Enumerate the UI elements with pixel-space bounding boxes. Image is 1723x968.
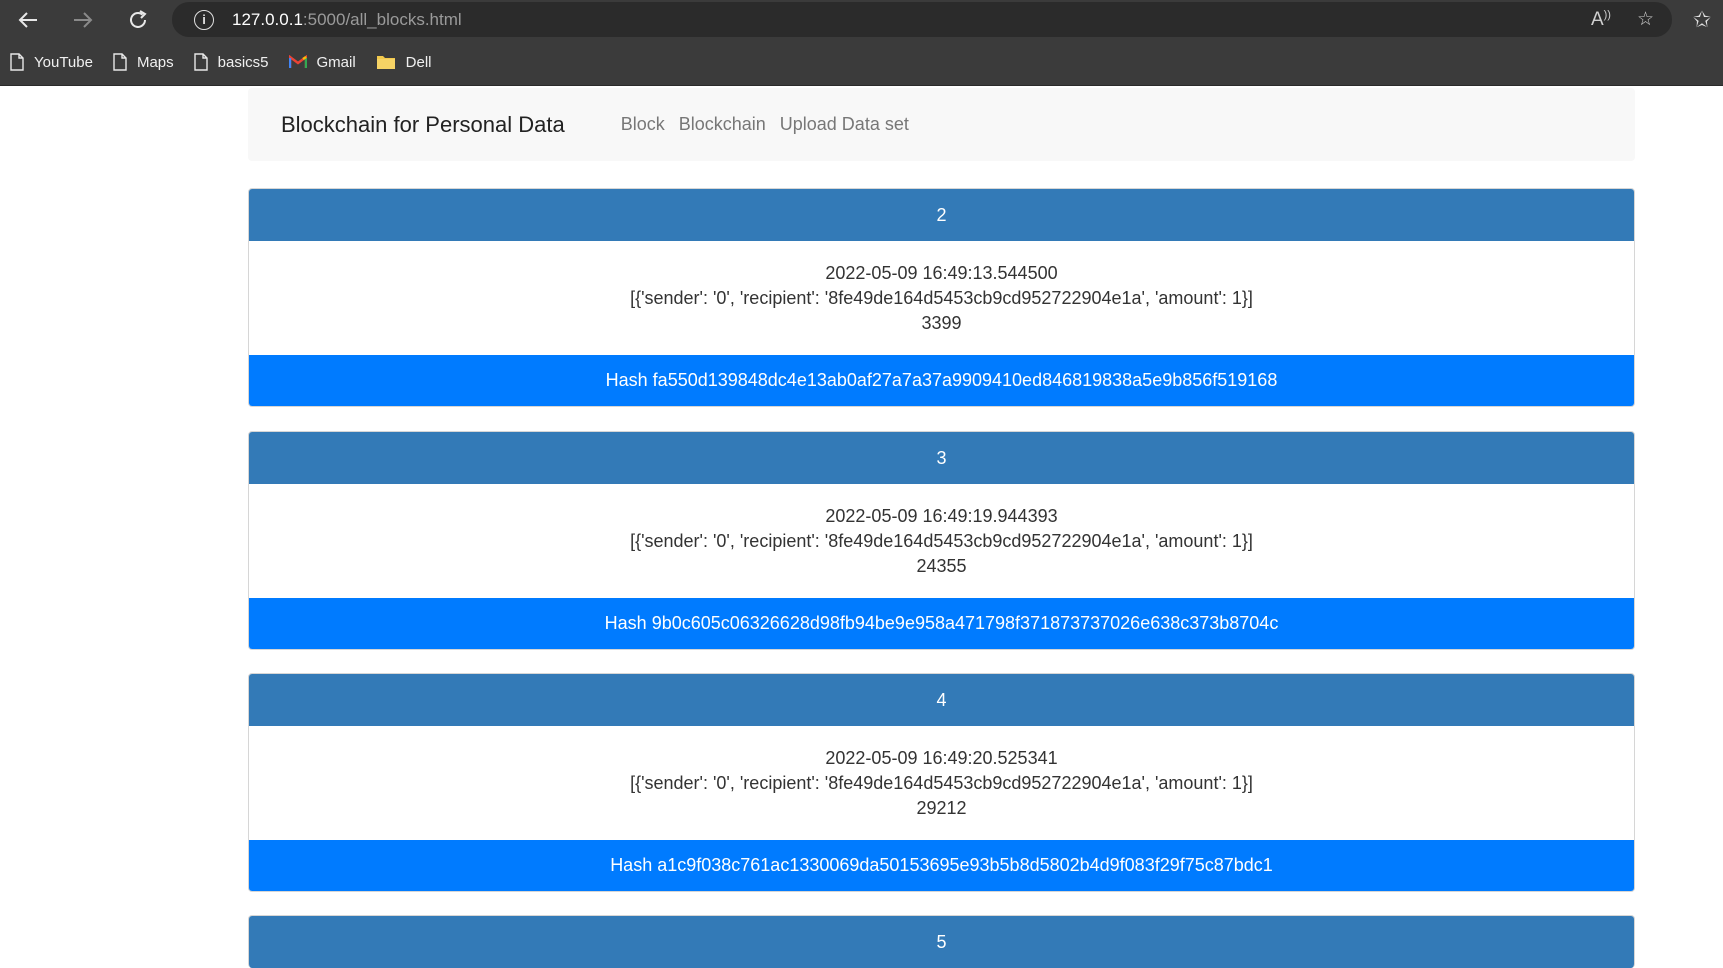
page-icon <box>113 53 127 71</box>
forward-arrow-icon <box>73 11 92 28</box>
block-card: 4 2022-05-09 16:49:20.525341 [{'sender':… <box>248 673 1635 892</box>
block-proof: 29212 <box>916 797 967 818</box>
block-index: 2 <box>249 189 1634 241</box>
address-bar[interactable]: i 127.0.0.1:5000/all_blocks.html A)) ☆ <box>172 2 1672 37</box>
nav-links: Block Blockchain Upload Data set <box>621 114 909 135</box>
bookmark-youtube[interactable]: YouTube <box>10 53 93 71</box>
bookmark-label: YouTube <box>34 53 93 71</box>
nav-link-block[interactable]: Block <box>621 114 665 135</box>
block-transactions: [{'sender': '0', 'recipient': '8fe49de16… <box>630 772 1253 793</box>
folder-icon <box>376 54 396 70</box>
block-timestamp: 2022-05-09 16:49:20.525341 <box>825 747 1058 768</box>
block-body: 2022-05-09 16:49:13.544500 [{'sender': '… <box>249 241 1634 355</box>
block-proof: 3399 <box>921 312 962 333</box>
block-body: 2022-05-09 16:49:19.944393 [{'sender': '… <box>249 484 1634 598</box>
site-navbar: Blockchain for Personal Data Block Block… <box>248 88 1635 161</box>
bookmarks-bar: YouTube Maps basics5 Gmail Dell <box>0 39 1723 86</box>
block-index: 5 <box>249 916 1634 968</box>
site-brand[interactable]: Blockchain for Personal Data <box>281 112 565 138</box>
back-button[interactable] <box>0 0 55 39</box>
nav-link-upload-data-set[interactable]: Upload Data set <box>780 114 909 135</box>
forward-button[interactable] <box>55 0 110 39</box>
bookmark-basics5[interactable]: basics5 <box>193 53 269 71</box>
block-index: 3 <box>249 432 1634 484</box>
page-content: Blockchain for Personal Data Block Block… <box>0 86 1723 968</box>
page-icon <box>193 53 208 71</box>
block-transactions: [{'sender': '0', 'recipient': '8fe49de16… <box>630 287 1253 308</box>
block-hash: Hash 9b0c605c06326628d98fb94be9e958a4717… <box>249 598 1634 649</box>
bookmark-maps[interactable]: Maps <box>113 53 174 71</box>
browser-toolbar: i 127.0.0.1:5000/all_blocks.html A)) ☆ ✩ <box>0 0 1723 39</box>
nav-link-blockchain[interactable]: Blockchain <box>679 114 766 135</box>
url-path: :5000/all_blocks.html <box>302 9 462 29</box>
block-index: 4 <box>249 674 1634 726</box>
bookmark-label: Dell <box>405 53 432 71</box>
block-hash: Hash fa550d139848dc4e13ab0af27a7a37a9909… <box>249 355 1634 406</box>
read-aloud-icon[interactable]: A)) <box>1591 9 1611 31</box>
block-card: 5 <box>248 915 1635 968</box>
block-proof: 24355 <box>916 555 967 576</box>
site-info-icon[interactable]: i <box>194 9 214 30</box>
block-transactions: [{'sender': '0', 'recipient': '8fe49de16… <box>630 530 1253 551</box>
add-favorite-icon[interactable]: ☆ <box>1637 8 1654 31</box>
gmail-icon <box>288 55 307 69</box>
back-arrow-icon <box>18 11 37 28</box>
bookmark-gmail[interactable]: Gmail <box>288 53 356 71</box>
page-icon <box>10 53 24 71</box>
favorites-icon[interactable]: ✩ <box>1689 0 1715 39</box>
bookmark-label: basics5 <box>217 53 269 71</box>
bookmark-label: Maps <box>136 53 174 71</box>
block-hash: Hash a1c9f038c761ac1330069da50153695e93b… <box>249 840 1634 891</box>
bookmark-dell[interactable]: Dell <box>376 54 432 71</box>
block-timestamp: 2022-05-09 16:49:13.544500 <box>825 262 1058 283</box>
block-card: 3 2022-05-09 16:49:19.944393 [{'sender':… <box>248 431 1635 650</box>
block-timestamp: 2022-05-09 16:49:19.944393 <box>825 505 1058 526</box>
reload-button[interactable] <box>110 0 165 39</box>
url-host: 127.0.0.1 <box>232 9 303 29</box>
bookmark-label: Gmail <box>316 53 356 71</box>
block-body: 2022-05-09 16:49:20.525341 [{'sender': '… <box>249 726 1634 840</box>
block-card: 2 2022-05-09 16:49:13.544500 [{'sender':… <box>248 188 1635 407</box>
url-text[interactable]: 127.0.0.1:5000/all_blocks.html <box>232 10 462 30</box>
reload-icon <box>129 9 147 28</box>
